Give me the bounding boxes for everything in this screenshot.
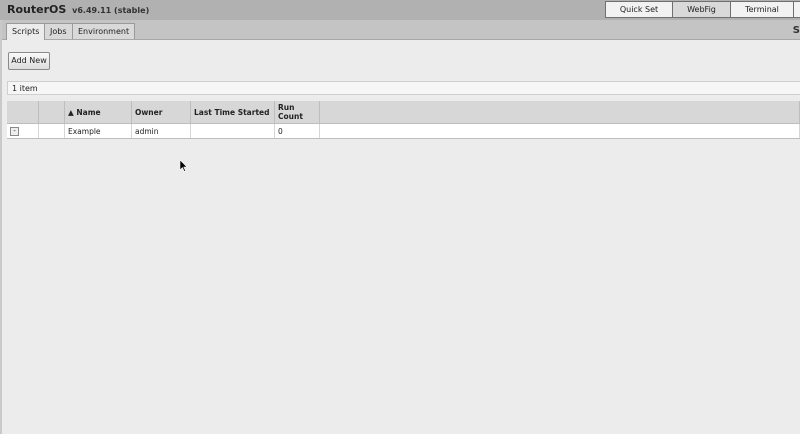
tab-environment[interactable]: Environment [72,23,136,39]
version-label: v6.49.11 (stable) [72,6,150,15]
column-header-toggle [7,101,39,124]
row-run-count: 0 [274,123,320,139]
webfig-button[interactable]: WebFig [672,1,731,18]
row-flag-cell [38,123,65,139]
column-header-filler [319,101,800,124]
table-header-row: ▲ Name Owner Last Time Started Run Count [7,101,800,124]
quick-set-button[interactable]: Quick Set [605,1,673,18]
terminal-button[interactable]: Terminal [730,1,794,18]
row-toggle-cell: - [7,123,39,139]
top-header: RouterOS v6.49.11 (stable) Quick Set Web… [0,0,800,21]
top-nav: Quick Set WebFig Terminal [605,1,800,18]
item-count: 1 item [7,81,800,95]
tab-jobs[interactable]: Jobs [44,23,73,39]
left-divider [0,20,2,434]
column-header-name[interactable]: ▲ Name [64,101,132,124]
column-header-flags [38,101,65,124]
collapse-toggle-icon[interactable]: - [10,127,19,136]
app-name: RouterOS [7,3,67,16]
mouse-cursor-icon [180,160,188,172]
edge-label: S [792,25,800,36]
overflow-button[interactable] [793,1,800,18]
row-owner: admin [131,123,191,139]
column-header-last-time-started[interactable]: Last Time Started [190,101,275,124]
tab-bar: Scripts Jobs Environment [0,20,800,40]
add-new-button[interactable]: Add New [8,52,50,70]
row-last-time-started [190,123,275,139]
brand: RouterOS v6.49.11 (stable) [7,3,149,16]
tab-scripts[interactable]: Scripts [6,23,46,40]
scripts-table: ▲ Name Owner Last Time Started Run Count… [7,101,800,139]
column-header-owner[interactable]: Owner [131,101,191,124]
row-name[interactable]: Example [64,123,132,139]
column-header-run-count[interactable]: Run Count [274,101,320,124]
row-filler [319,123,800,139]
table-row[interactable]: - Example admin 0 [7,123,800,139]
